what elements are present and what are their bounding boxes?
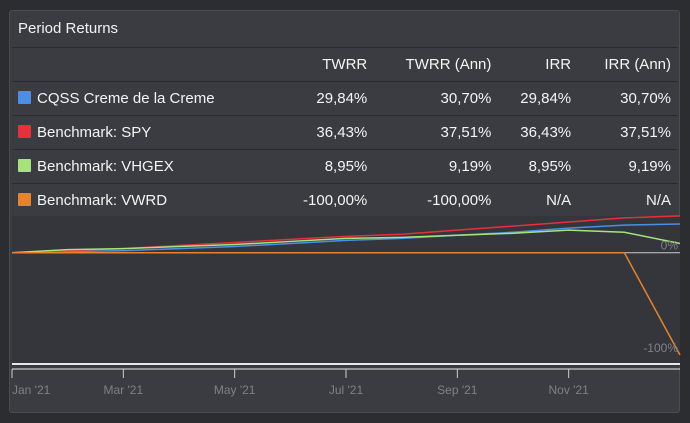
x-tick-label: Mar '21 — [104, 383, 144, 397]
returns-line-chart[interactable]: Jan '21 Mar '21 May '21 Jul '21 Sep '21 Nov '… — [0, 0, 690, 423]
x-tick-label: Sep '21 — [437, 383, 478, 397]
y-tick-label: 0% — [661, 239, 679, 253]
y-tick-label: -100% — [643, 341, 678, 355]
x-tick-label: Jul '21 — [329, 383, 364, 397]
x-tick-label: Jan '21 — [12, 383, 51, 397]
x-tick-label: May '21 — [214, 383, 256, 397]
x-tick-label: Nov '21 — [549, 383, 590, 397]
